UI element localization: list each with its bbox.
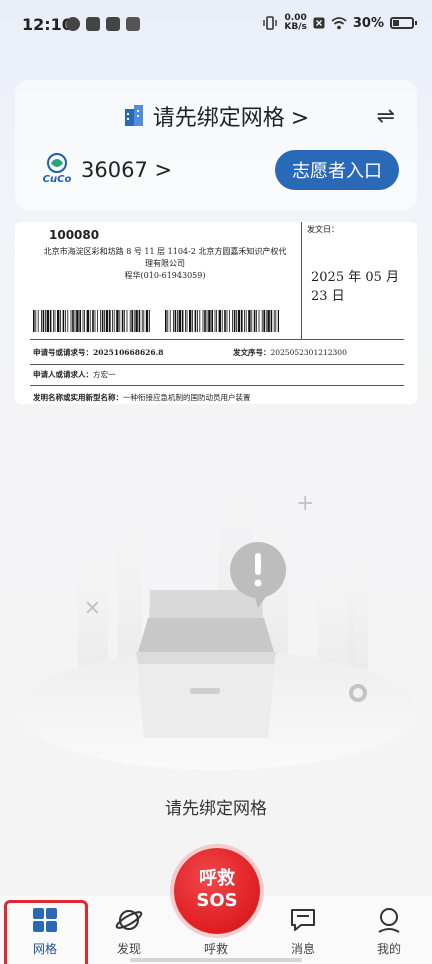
sos-line1: 呼救: [199, 868, 235, 889]
check-circle-icon: [66, 17, 80, 31]
home-indicator[interactable]: [130, 958, 302, 962]
application-number-value: 202510668626.8: [93, 348, 164, 357]
serial-number-label: 发文序号：: [233, 348, 271, 357]
applicant-value: 方宏一: [93, 370, 116, 379]
nav-item-profile[interactable]: 我的: [346, 902, 432, 964]
nav-label: 我的: [376, 942, 401, 956]
nav-label: 消息: [290, 942, 315, 956]
play-icon: [86, 17, 100, 31]
status-bar: 12:10 0.00 KB/s 30%: [0, 0, 432, 52]
barcode-image: [33, 310, 150, 332]
net-speed-unit: KB/s: [284, 22, 307, 32]
chevron-right-icon: >: [290, 106, 310, 131]
mail-icon: [106, 17, 120, 31]
battery-icon: [390, 17, 417, 29]
status-right: 0.00 KB/s 30%: [262, 14, 417, 32]
battery-percent: 30%: [352, 15, 384, 31]
header-card: 请先绑定网格 > ⇌ CuCo 36067 > 志愿者入口: [15, 80, 417, 210]
invention-value: 一种衔接应急机制的国防动员用户装置: [123, 393, 251, 402]
serial-number-row: 发文序号：2025052301212300: [233, 347, 347, 358]
no-sim-icon: [313, 17, 325, 29]
nav-item-discover[interactable]: 发现: [86, 902, 172, 964]
logo-mark-icon: [47, 153, 67, 173]
invention-row: 发明名称或实用新型名称：一种衔接应急机制的国防动员用户装置: [33, 392, 251, 403]
vibrate-icon: [263, 16, 278, 30]
svg-text:×: ×: [84, 595, 101, 619]
application-number-label: 申请号或请求号：: [33, 348, 93, 357]
postcode: 100080: [49, 228, 100, 242]
divider: [30, 364, 404, 365]
nav-label: 发现: [116, 942, 141, 956]
issue-date-label: 发文日：: [307, 225, 339, 234]
document-card[interactable]: 100080 北京市海淀区彩和坊路 8 号 11 层 1104-2 北京方圆嘉禾…: [15, 222, 417, 404]
sos-line2: SOS: [196, 890, 238, 911]
address-line: 程华(010-61943059): [124, 271, 206, 280]
swap-icon[interactable]: ⇌: [377, 104, 395, 129]
barcode-image: [165, 310, 279, 332]
member-count[interactable]: 36067 >: [81, 158, 172, 182]
divider: [301, 222, 302, 340]
cuco-logo: CuCo: [37, 152, 77, 190]
address-line: 理有限公司: [145, 259, 185, 268]
planet-icon: [115, 910, 143, 930]
bind-grid-label: 请先绑定网格: [152, 106, 285, 131]
address-line: 北京市海淀区彩和坊路 8 号 11 层 1104-2 北京方圆嘉禾知识产权代: [43, 247, 287, 256]
crown-icon: [126, 17, 140, 31]
applicant-row: 申请人或请求人：方宏一: [33, 369, 116, 380]
sos-button[interactable]: 呼救 SOS: [174, 848, 260, 934]
empty-state-message: 请先绑定网格: [165, 799, 267, 819]
divider: [30, 339, 404, 340]
issue-date: 2025 年 05 月 23 日: [311, 270, 400, 304]
selection-highlight: [4, 900, 88, 964]
logo-text: CuCo: [42, 174, 72, 185]
nav-label: 呼救: [203, 942, 228, 956]
volunteer-entry-button[interactable]: 志愿者入口: [275, 150, 399, 190]
notification-icons: [66, 17, 140, 31]
address: 北京市海淀区彩和坊路 8 号 11 层 1104-2 北京方圆嘉禾知识产权代 理…: [33, 246, 297, 282]
wifi-icon: [331, 17, 347, 30]
serial-number-value: 2025052301212300: [270, 348, 347, 357]
svg-text:+: +: [296, 491, 314, 516]
net-speed: 0.00 KB/s: [284, 14, 306, 32]
divider: [30, 385, 404, 386]
nav-item-grid[interactable]: 网格: [2, 900, 88, 964]
message-icon: [291, 909, 315, 931]
building-icon: [124, 105, 143, 126]
user-icon: [378, 908, 400, 933]
nav-item-messages[interactable]: 消息: [260, 902, 346, 964]
application-number-row: 申请号或请求号：202510668626.8: [33, 347, 163, 358]
invention-label: 发明名称或实用新型名称：: [33, 393, 123, 402]
empty-box-illustration: + ×: [18, 480, 416, 770]
bind-grid-title[interactable]: 请先绑定网格 >: [15, 100, 417, 132]
applicant-label: 申请人或请求人：: [33, 370, 93, 379]
